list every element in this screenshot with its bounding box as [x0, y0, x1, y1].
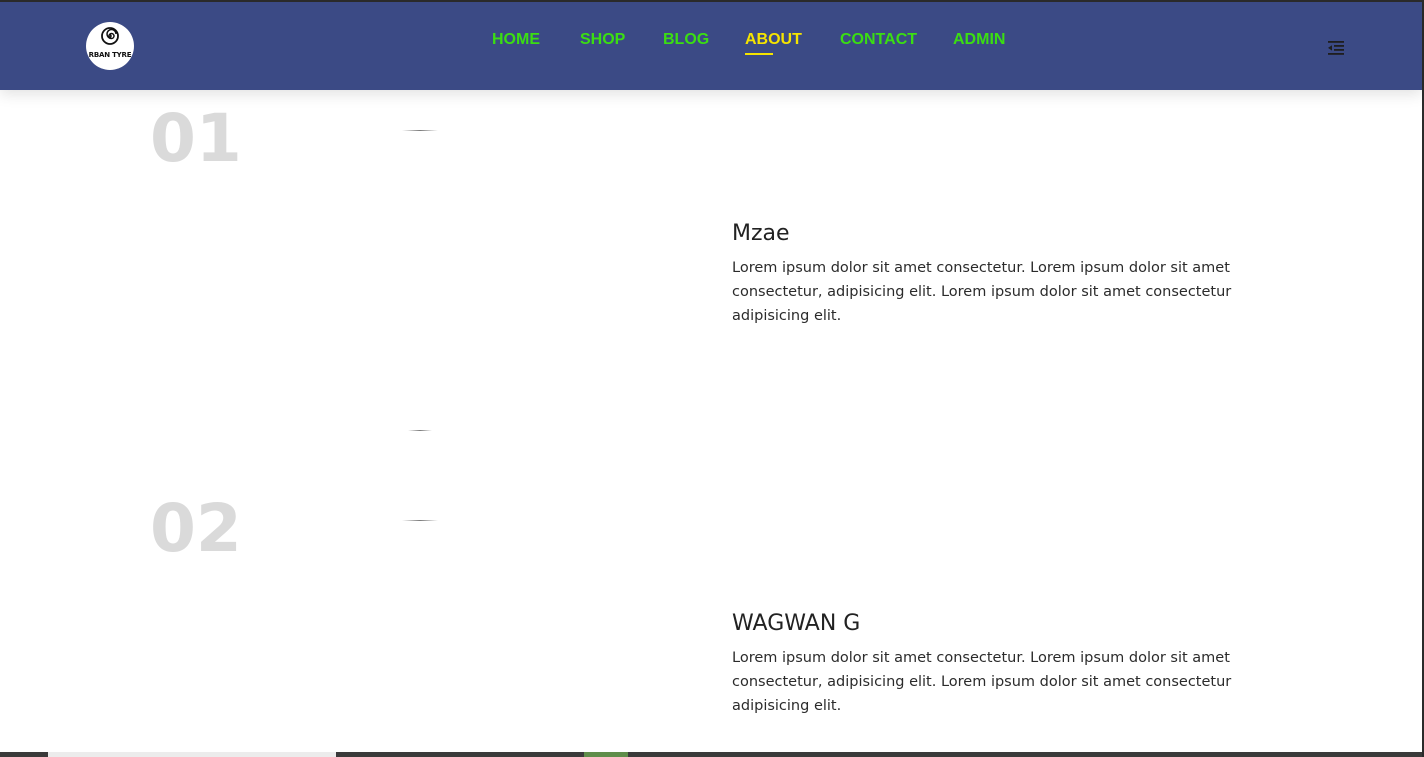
divider: [402, 130, 438, 131]
site-header: RBAN TYRE HOME SHOP BLOG ABOUT CONTACT A…: [0, 0, 1422, 90]
next-section-image: [48, 752, 336, 757]
divider: [408, 430, 432, 431]
step-description: Lorem ipsum dolor sit amet consectetur. …: [732, 650, 1232, 714]
next-section-image: [584, 752, 628, 757]
nav-about-label: ABOUT: [745, 31, 802, 48]
nav-contact[interactable]: CONTACT: [840, 30, 917, 50]
step-title: Mzae: [732, 221, 790, 246]
nav-admin[interactable]: ADMIN: [953, 30, 1005, 50]
nav-shop[interactable]: SHOP: [580, 30, 625, 50]
menu-toggle-button[interactable]: [1328, 40, 1344, 55]
step-description: Lorem ipsum dolor sit amet consectetur. …: [732, 260, 1232, 324]
about-page: RBAN TYRE HOME SHOP BLOG ABOUT CONTACT A…: [0, 0, 1424, 757]
main-nav: HOME SHOP BLOG ABOUT CONTACT ADMIN: [0, 30, 1422, 55]
nav-blog[interactable]: BLOG: [663, 30, 709, 50]
step-number: 02: [150, 490, 242, 567]
active-nav-underline: [745, 53, 773, 55]
step-number: 01: [150, 100, 242, 177]
step-title: WAGWAN G: [732, 611, 861, 636]
nav-about[interactable]: ABOUT: [745, 30, 802, 55]
nav-home[interactable]: HOME: [492, 30, 540, 50]
menu-indent-icon: [1328, 41, 1344, 55]
divider: [402, 520, 438, 521]
